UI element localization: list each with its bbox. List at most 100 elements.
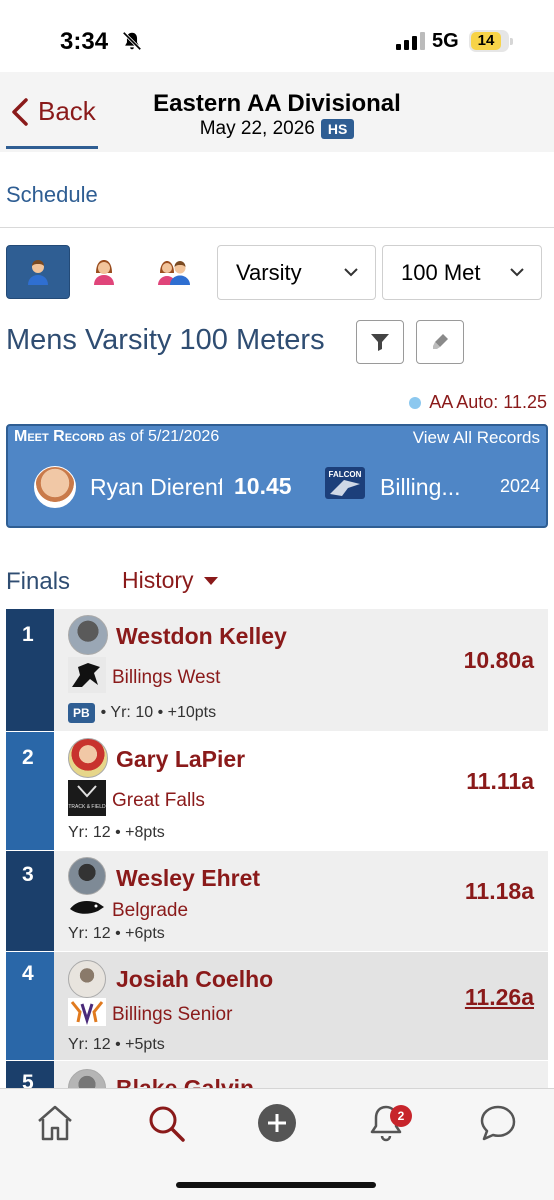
team-name[interactable]: Billings West (112, 667, 220, 689)
result-place: 4 (6, 952, 54, 1060)
history-label: History (122, 567, 194, 593)
standard-dot (409, 396, 422, 409)
panther-logo-icon (70, 901, 104, 914)
record-holder-name: Ryan Dierenfield (90, 474, 222, 500)
view-all-records-link[interactable]: View All Records (413, 428, 540, 448)
result-row[interactable]: 1 Westdon Kelley Billings West PB • Yr: … (6, 609, 548, 731)
tab-schedule[interactable]: Schedule (6, 182, 98, 208)
svg-text:FALCON: FALCON (329, 470, 362, 479)
athlete-name[interactable]: Gary LaPier (116, 746, 245, 773)
athlete-name[interactable]: Blake Galvin (116, 1075, 254, 1088)
record-mark: 10.45 (234, 473, 292, 499)
people-icon (158, 261, 190, 285)
result-meta: Yr: 12 • +5pts (68, 1036, 165, 1054)
bell-off-icon (122, 31, 142, 51)
result-row[interactable]: 2 Gary LaPier TRACK & FIELD Great Falls … (6, 732, 548, 850)
meet-record-card[interactable]: Meet Record as of 5/21/2026 View All Rec… (6, 424, 548, 528)
caret-down-icon (203, 576, 218, 585)
athlete-avatar (68, 857, 106, 895)
record-year: 2024 (499, 476, 540, 496)
level-select[interactable]: Varsity (217, 245, 376, 300)
chevron-down-icon (344, 268, 358, 277)
mustang-logo-icon (68, 657, 106, 693)
result-row[interactable]: 5 Blake Galvin (6, 1061, 548, 1088)
result-time[interactable]: 10.80a (464, 647, 534, 674)
athlete-avatar (68, 1069, 106, 1088)
record-holder-avatar (34, 466, 76, 508)
svg-text:TRACK & FIELD: TRACK & FIELD (68, 804, 106, 810)
network-label: 5G (432, 30, 459, 52)
signal-icon (396, 32, 425, 50)
highlight-button[interactable] (416, 320, 464, 364)
man-icon (28, 260, 48, 285)
team-name[interactable]: Belgrade (112, 900, 188, 922)
team-name[interactable]: Billings Senior (112, 1004, 232, 1026)
filter-women-button[interactable] (72, 245, 136, 299)
chevron-left-icon (12, 97, 28, 126)
battery-level: 14 (477, 32, 495, 49)
meet-date-row: May 22, 2026 HS (110, 118, 444, 140)
level-select-value: Varsity (236, 260, 302, 285)
add-icon (258, 1104, 296, 1142)
tab-search[interactable] (144, 1101, 188, 1145)
history-dropdown[interactable]: History (122, 567, 218, 594)
result-place: 1 (6, 609, 54, 731)
result-meta-text: Yr: 12 • +8pts (68, 824, 165, 841)
auto-standard: AA Auto: 11.25 (409, 392, 547, 413)
section-finals: Finals (6, 568, 71, 595)
meet-date: May 22, 2026 (199, 118, 315, 139)
athlete-avatar (68, 738, 108, 778)
battery-icon: 14 (469, 30, 513, 52)
result-meta: Yr: 12 • +6pts (68, 925, 165, 943)
athlete-name[interactable]: Wesley Ehret (116, 865, 260, 892)
home-icon (38, 1105, 72, 1141)
filter-button[interactable] (356, 320, 404, 364)
nav-header: Back Eastern AA Divisional May 22, 2026 … (0, 72, 554, 152)
team-name[interactable]: Great Falls (112, 790, 205, 812)
event-select-value: 100 Meters (401, 260, 481, 285)
athlete-avatar (68, 960, 106, 998)
tab-add[interactable] (255, 1101, 299, 1145)
result-row[interactable]: 3 Wesley Ehret Belgrade Yr: 12 • +6pts 1… (6, 851, 548, 951)
result-time[interactable]: 11.18a (465, 878, 534, 905)
tab-indicator (6, 146, 98, 149)
tab-home[interactable] (33, 1101, 77, 1145)
falcon-logo-icon: FALCON (325, 467, 365, 499)
divider (0, 227, 554, 228)
result-row[interactable]: 4 Josiah Coelho Billings Senior Yr: 12 •… (6, 952, 548, 1060)
result-place: 2 (6, 732, 54, 850)
athlete-name[interactable]: Josiah Coelho (116, 966, 273, 993)
filter-men-button[interactable] (6, 245, 70, 299)
result-meta-text: Yr: 12 • +6pts (68, 925, 165, 942)
filter-all-button[interactable] (142, 245, 206, 299)
funnel-icon (371, 334, 389, 351)
result-place: 3 (6, 851, 54, 951)
woman-icon (94, 260, 114, 285)
result-time[interactable]: 11.26a (465, 984, 534, 1011)
home-indicator (176, 1182, 376, 1188)
chevron-down-icon (510, 268, 524, 277)
meet-record-heading: Meet Record as of 5/21/2026 (14, 428, 219, 446)
athlete-name[interactable]: Westdon Kelley (116, 623, 287, 650)
result-place: 5 (6, 1061, 54, 1088)
pb-badge: PB (68, 703, 95, 723)
back-button[interactable]: Back (10, 96, 96, 127)
page-title: Eastern AA Divisional (153, 90, 401, 117)
result-meta-text: Yr: 12 • +5pts (68, 1036, 165, 1053)
auto-standard-label: AA Auto: 11.25 (429, 392, 547, 412)
result-time[interactable]: 11.11a (466, 768, 534, 795)
event-title: Mens Varsity 100 Meters (6, 324, 325, 356)
highlighter-icon (433, 334, 448, 349)
result-meta-text: • Yr: 10 • +10pts (100, 704, 217, 721)
tab-messages[interactable] (476, 1101, 520, 1145)
meet-record-asof: as of 5/21/2026 (104, 428, 220, 445)
meet-record-label: Meet Record (14, 428, 105, 445)
status-bar: 3:34 5G 14 (0, 0, 554, 72)
back-label: Back (38, 96, 96, 126)
record-school: Billing... (380, 474, 461, 500)
level-badge: HS (320, 119, 355, 139)
search-icon (149, 1106, 185, 1142)
event-select[interactable]: 100 Meters (382, 245, 542, 300)
result-meta: PB • Yr: 10 • +10pts (68, 703, 216, 723)
athlete-avatar (68, 615, 108, 655)
